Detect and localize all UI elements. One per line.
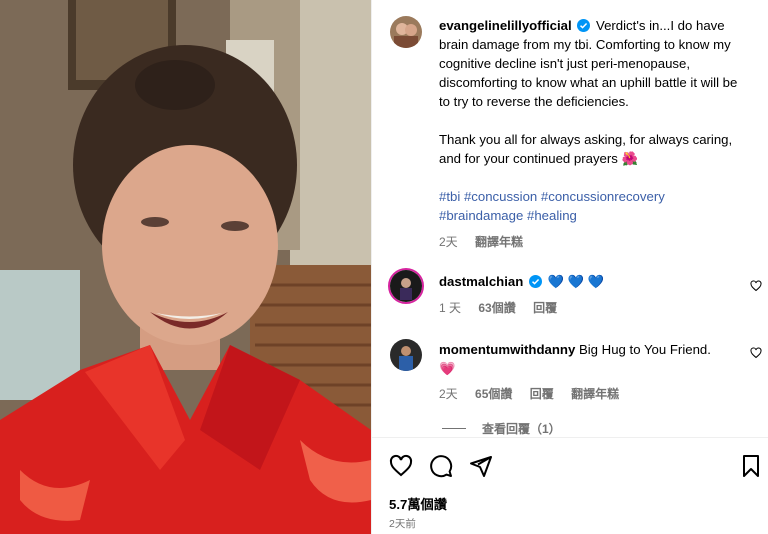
hashtag-list: #tbi #concussion #concussionrecovery #br… [439,187,751,225]
hashtag-link[interactable]: #concussionrecovery [541,189,665,204]
bookmark-icon[interactable] [739,454,763,478]
comment-body: Big Hug to You Friend. [578,342,711,357]
comment-like-heart-icon[interactable] [750,347,762,359]
caption-meta: 2天 翻譯年糕 [439,233,537,250]
hashtag-link[interactable]: #braindamage [439,208,523,223]
comment-username[interactable]: dastmalchian [439,274,523,289]
post-detail-panel: evangelinelillyofficial Verdict's in...I… [371,0,768,534]
commenter-avatar[interactable] [388,268,424,304]
photo-image [0,0,371,534]
comment-reply-button[interactable]: 回覆 [533,301,557,315]
post-action-bar: 5.7萬個讚 2天前 [372,437,768,534]
comment-like-heart-icon[interactable] [750,280,762,292]
comment-time[interactable]: 1 天 [439,301,461,315]
commenter-avatar[interactable] [390,339,422,371]
comment-icon[interactable] [429,454,453,478]
heart-icon[interactable] [389,454,413,478]
post-photo[interactable] [0,0,371,534]
post-caption: evangelinelillyofficial Verdict's in...I… [439,16,751,225]
comment-time[interactable]: 2天 [439,387,458,401]
commenter-avatar-image [390,270,422,302]
comment-username[interactable]: momentumwithdanny [439,342,575,357]
comment-reply-button[interactable]: 回覆 [530,387,554,401]
comment-body: 💙 💙 💙 [547,274,605,289]
verified-badge-icon [528,275,542,288]
comment-likes-count[interactable]: 65個讚 [475,387,512,401]
caption-paragraph-2: Thank you all for always asking, for alw… [439,132,733,166]
comment-likes-count[interactable]: 63個讚 [478,301,515,315]
view-replies-label: 查看回覆（1） [482,422,561,436]
verified-badge-icon [577,19,591,32]
author-avatar[interactable] [390,16,422,48]
post-time-ago[interactable]: 2天前 [389,516,416,531]
comment-1: dastmalchian 💙 💙 💙 [439,272,739,291]
caption-time[interactable]: 2天 [439,235,458,249]
caption-translate-button[interactable]: 翻譯年糕 [475,235,523,249]
post-likes-count[interactable]: 5.7萬個讚 [389,494,447,513]
hashtag-link[interactable]: #healing [527,208,577,223]
comment-2-meta: 2天 65個讚 回覆 翻譯年糕 [439,385,633,402]
author-username[interactable]: evangelinelillyofficial [439,18,572,33]
share-icon[interactable] [469,454,493,478]
view-replies-divider [442,428,466,429]
comment-translate-button[interactable]: 翻譯年糕 [571,387,619,401]
hashtag-link[interactable]: #concussion [464,189,537,204]
comment-2: momentumwithdanny Big Hug to You Friend.… [439,340,739,378]
comment-emoji: 💗 [439,361,456,376]
hashtag-link[interactable]: #tbi [439,189,460,204]
author-avatar-image [390,16,422,48]
view-replies-button[interactable]: 查看回覆（1） [442,420,561,437]
comment-1-meta: 1 天 63個讚 回覆 [439,299,571,316]
commenter-avatar-image [390,339,422,371]
